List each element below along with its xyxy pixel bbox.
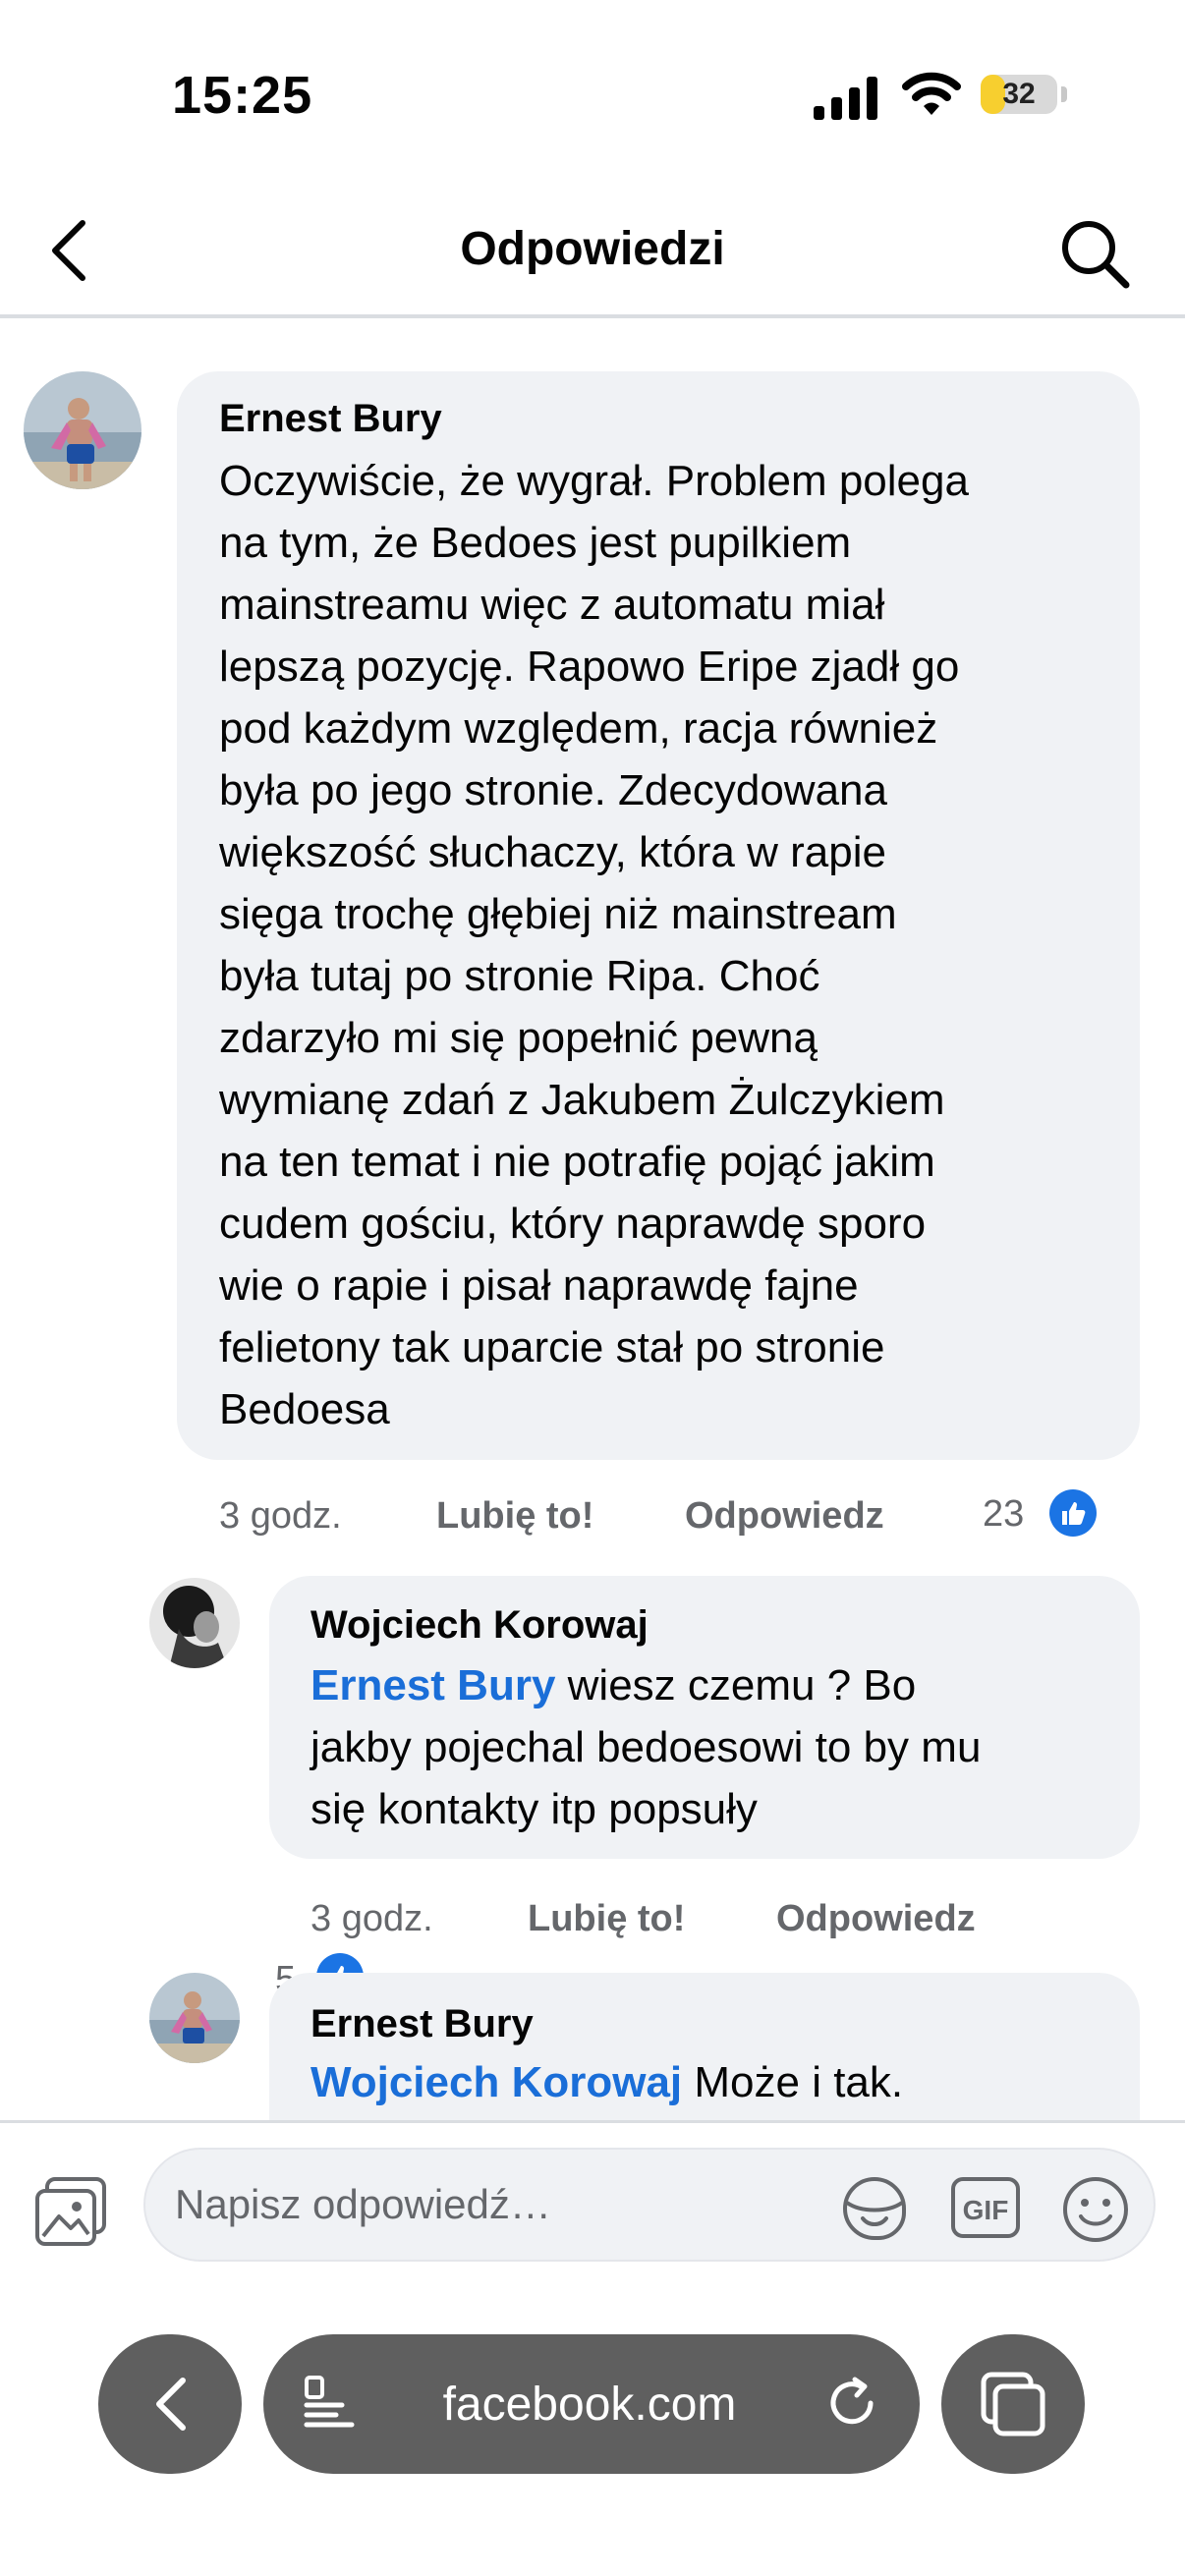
like-reaction-icon [1049, 1489, 1097, 1537]
avatar[interactable] [149, 1973, 240, 2063]
like-button[interactable]: Lubię to! [436, 1495, 593, 1538]
photo-icon [35, 2177, 106, 2246]
comment-text: Ernest Bury wiesz czemu ? Bo jakby pojec… [310, 1661, 982, 1833]
reaction-count[interactable]: 23 [983, 1493, 1024, 1536]
sticker-icon [842, 2177, 906, 2240]
mention-link[interactable]: Wojciech Korowaj [310, 2058, 682, 2106]
url-text[interactable]: facebook.com [393, 2376, 786, 2435]
comment-author[interactable]: Ernest Bury [219, 397, 442, 441]
wifi-icon [902, 69, 961, 123]
emoji-icon [1063, 2177, 1128, 2242]
avatar[interactable] [24, 371, 141, 489]
gif-label: GIF [963, 2195, 1009, 2225]
photo-button[interactable] [31, 2173, 110, 2252]
battery-percentage: 32 [1002, 78, 1036, 110]
gif-button[interactable]: GIF [949, 2173, 1022, 2242]
chevron-left-icon [156, 2378, 186, 2431]
comment-timestamp: 3 godz. [219, 1495, 342, 1537]
browser-back-button[interactable] [98, 2334, 242, 2474]
header-divider [0, 314, 1185, 318]
tabs-icon [981, 2372, 1045, 2436]
comment-author[interactable]: Wojciech Korowaj [310, 1603, 649, 1648]
page-title: Odpowiedzi [460, 223, 725, 275]
status-time: 15:25 [172, 66, 313, 125]
cellular-signal-icon [814, 77, 878, 125]
page-menu-icon[interactable] [303, 2374, 358, 2437]
comment-text: Oczywiście, że wygrał. Problem polega na… [219, 457, 969, 1433]
reply-button[interactable]: Odpowiedz [776, 1898, 976, 1940]
composer-divider [0, 2120, 1185, 2123]
like-button[interactable]: Lubię to! [528, 1898, 685, 1940]
tabs-button[interactable] [941, 2334, 1085, 2474]
reply-button[interactable]: Odpowiedz [685, 1495, 884, 1538]
comment-timestamp: 3 godz. [310, 1898, 433, 1939]
search-button[interactable] [1045, 204, 1144, 303]
sticker-button[interactable] [837, 2171, 912, 2246]
reload-icon[interactable] [823, 2374, 882, 2437]
comment-author[interactable]: Ernest Bury [310, 2002, 534, 2046]
comment-text: Wojciech Korowaj Może i tak. [310, 2058, 904, 2106]
search-icon [1062, 221, 1130, 289]
emoji-button[interactable] [1059, 2173, 1132, 2246]
avatar[interactable] [149, 1578, 240, 1668]
mention-link[interactable]: Ernest Bury [310, 1661, 555, 1709]
